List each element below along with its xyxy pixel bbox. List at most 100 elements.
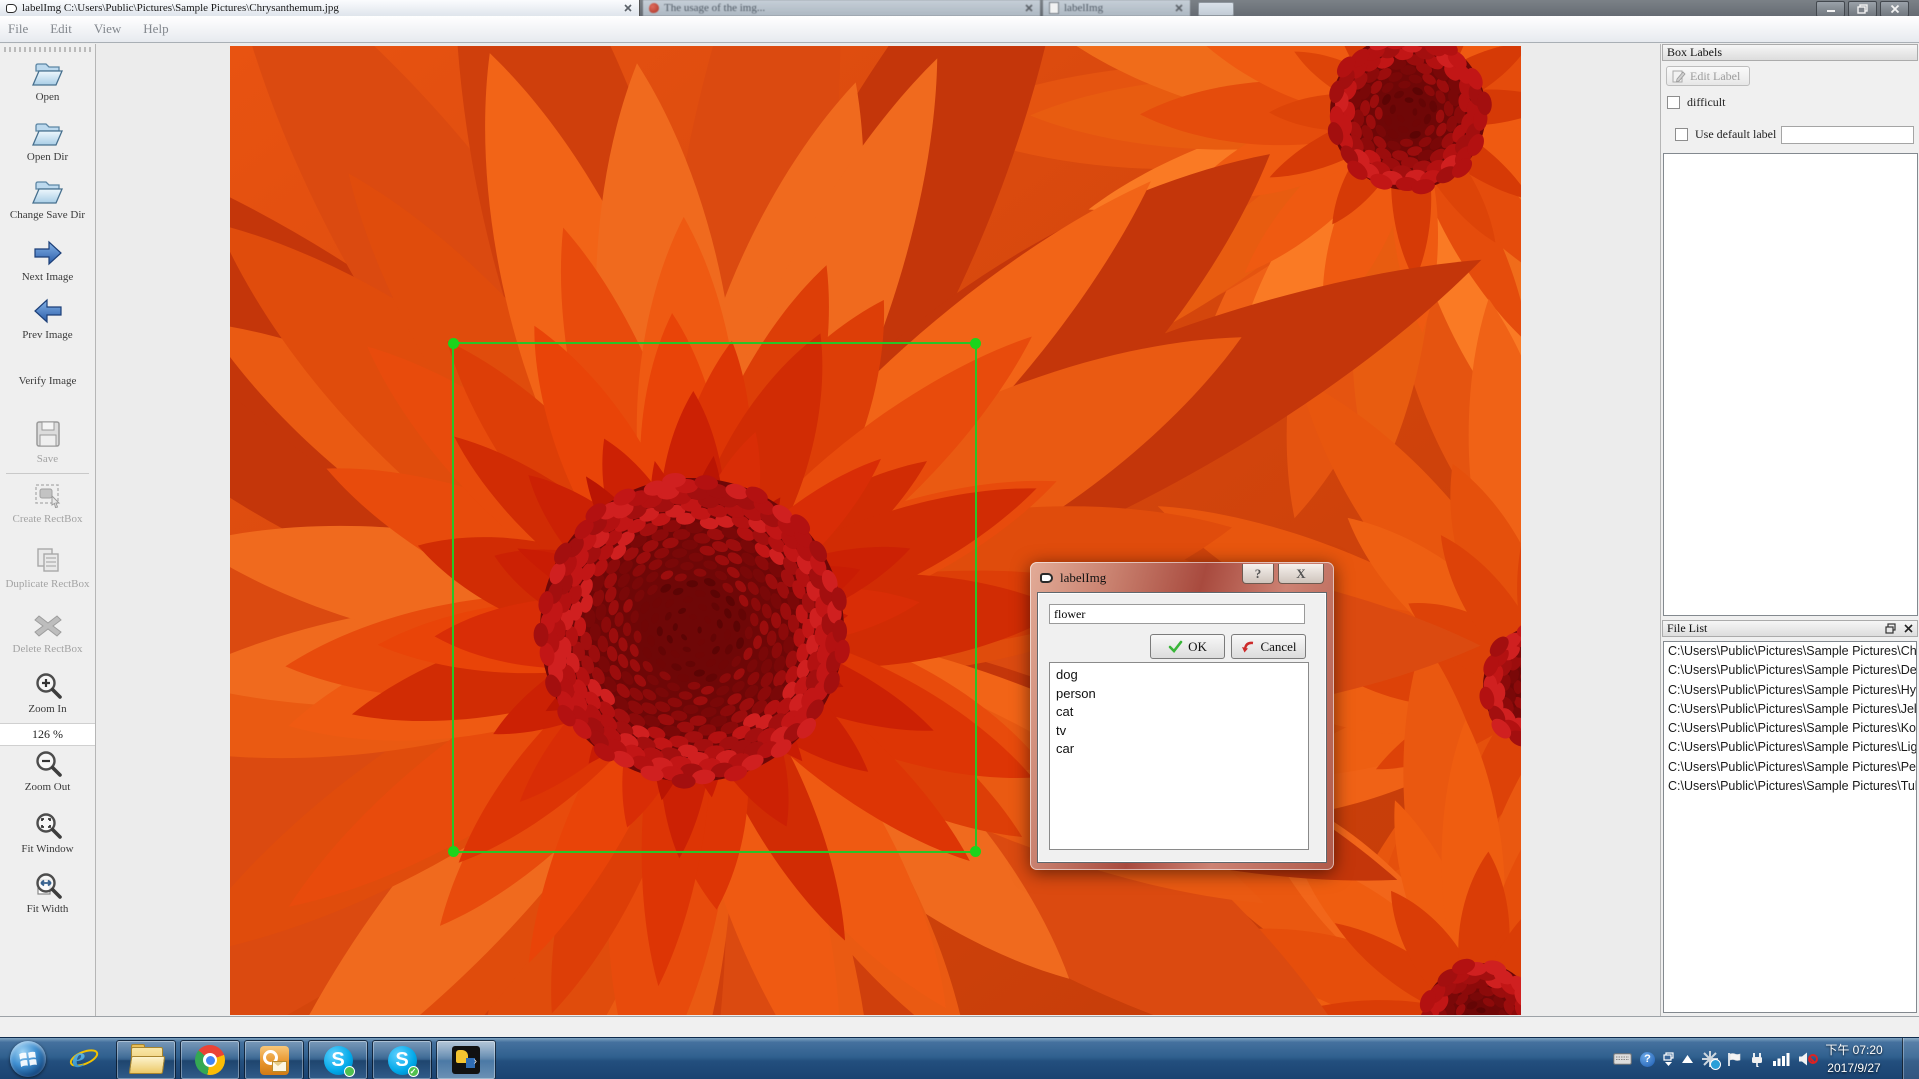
annotation-bbox[interactable]	[452, 342, 977, 853]
dock-float-icon[interactable]	[1885, 623, 1896, 634]
show-desktop-button[interactable]	[1902, 1038, 1919, 1079]
toolbar-verify-image-button[interactable]: Verify Image	[0, 372, 95, 388]
default-label-input[interactable]	[1781, 126, 1914, 144]
label-options-list[interactable]: dog person cat tv car	[1049, 662, 1309, 850]
taskbar-internet-explorer[interactable]: e	[62, 1040, 106, 1078]
label-option[interactable]: dog	[1050, 666, 1308, 685]
check-status-badge: ✓	[408, 1066, 419, 1077]
toolbar-zoom-out-button[interactable]: Zoom Out	[0, 748, 95, 794]
label-option[interactable]: cat	[1050, 703, 1308, 722]
titlebar-tab-labelimg-active[interactable]: labelImg C:\Users\Public\Pictures\Sample…	[0, 0, 640, 16]
toolbar-save-button[interactable]: Save	[0, 418, 95, 466]
titlebar-tab-browser[interactable]: The usage of the img...	[643, 0, 1040, 16]
clock-time: 下午 07:20	[1819, 1041, 1889, 1059]
file-list-dock-header[interactable]: File List	[1662, 620, 1918, 637]
tab-close-icon[interactable]	[1174, 3, 1184, 13]
bbox-handle-bottom-right[interactable]	[970, 846, 981, 857]
power-plug-icon[interactable]	[1749, 1052, 1765, 1067]
pencil-icon	[1672, 69, 1686, 83]
file-list-item[interactable]: C:\Users\Public\Pictures\Sample Pictures…	[1664, 700, 1916, 719]
start-button[interactable]	[10, 1041, 46, 1077]
toolbar-zoom-in-button[interactable]: Zoom In	[0, 670, 95, 716]
toolbar-create-rectbox-button[interactable]: Create RectBox	[0, 480, 95, 526]
new-tab-button[interactable]	[1198, 2, 1234, 16]
menu-file[interactable]: File	[8, 21, 28, 37]
file-list-item[interactable]: C:\Users\Public\Pictures\Sample Pictures…	[1664, 642, 1916, 661]
toolbar-open-button[interactable]: Open	[0, 58, 95, 104]
browser-tab-icon	[649, 3, 659, 13]
box-labels-dock-header[interactable]: Box Labels	[1662, 44, 1918, 61]
label-name-input[interactable]	[1049, 604, 1305, 624]
ok-button[interactable]: OK	[1150, 634, 1225, 659]
menu-help[interactable]: Help	[143, 21, 168, 37]
image-canvas[interactable]	[96, 44, 1656, 1016]
tab-title: labelImg C:\Users\Public\Pictures\Sample…	[22, 2, 618, 14]
bbox-handle-top-right[interactable]	[970, 338, 981, 349]
volume-muted-icon[interactable]	[1798, 1051, 1818, 1067]
file-list-item[interactable]: C:\Users\Public\Pictures\Sample Pictures…	[1664, 738, 1916, 757]
tab-title: labelImg	[1064, 2, 1169, 14]
network-signal-icon[interactable]	[1773, 1052, 1790, 1066]
toolbar-fit-width-button[interactable]: Fit Width	[0, 870, 95, 916]
taskbar-clock[interactable]: 下午 07:20 2017/9/27	[1819, 1041, 1889, 1077]
close-button[interactable]	[1880, 1, 1909, 17]
titlebar-tab-labelimg-doc[interactable]: labelImg	[1043, 0, 1190, 16]
label-option[interactable]: tv	[1050, 722, 1308, 741]
toolbar-prev-image-button[interactable]: Prev Image	[0, 296, 95, 342]
sync-tray-icon[interactable]	[1701, 1050, 1719, 1068]
toolbar-duplicate-rectbox-button[interactable]: Duplicate RectBox	[0, 545, 95, 591]
window-float-tray-icon[interactable]	[1663, 1052, 1674, 1066]
edit-label-button[interactable]: Edit Label	[1666, 66, 1750, 86]
restore-button[interactable]	[1848, 1, 1877, 17]
taskbar-skype-2[interactable]: S ✓	[372, 1040, 432, 1079]
dock-close-icon[interactable]	[1903, 623, 1914, 634]
tab-close-icon[interactable]	[623, 3, 633, 13]
dialog-help-button[interactable]: ?	[1242, 564, 1274, 584]
bbox-handle-bottom-left[interactable]	[448, 846, 459, 857]
file-list-item[interactable]: C:\Users\Public\Pictures\Sample Pictures…	[1664, 777, 1916, 796]
create-rectbox-icon	[32, 480, 64, 510]
toolbar-change-save-dir-button[interactable]: Change Save Dir	[0, 176, 95, 222]
keyboard-icon[interactable]	[1613, 1053, 1632, 1065]
difficult-checkbox-row: difficult	[1667, 95, 1725, 110]
file-list-item[interactable]: C:\Users\Public\Pictures\Sample Pictures…	[1664, 758, 1916, 777]
show-hidden-icons-arrow[interactable]	[1682, 1055, 1693, 1063]
action-center-flag-icon[interactable]	[1727, 1052, 1741, 1067]
save-floppy-icon	[32, 418, 64, 450]
help-tray-icon[interactable]: ?	[1640, 1052, 1655, 1067]
fit-width-icon	[33, 870, 63, 900]
cancel-button[interactable]: Cancel	[1231, 634, 1306, 659]
menu-view[interactable]: View	[94, 21, 121, 37]
dialog-titlebar[interactable]: labelImg ? X	[1040, 567, 1324, 589]
dialog-close-button[interactable]: X	[1278, 564, 1324, 584]
taskbar-chrome[interactable]	[180, 1040, 240, 1079]
toolbar-fit-window-button[interactable]: Fit Window	[0, 810, 95, 856]
minimize-button[interactable]	[1816, 1, 1845, 17]
toolbar-next-image-button[interactable]: Next Image	[0, 238, 95, 284]
folder-open-icon	[31, 58, 65, 88]
taskbar-outlook[interactable]	[244, 1040, 304, 1079]
toolbar-open-dir-button[interactable]: Open Dir	[0, 118, 95, 164]
file-list-item[interactable]: C:\Users\Public\Pictures\Sample Pictures…	[1664, 681, 1916, 700]
file-list[interactable]: C:\Users\Public\Pictures\Sample Pictures…	[1663, 641, 1917, 1013]
zoom-level-spinbox[interactable]: 126 %	[0, 723, 95, 746]
menu-edit[interactable]: Edit	[50, 21, 72, 37]
zoom-out-icon	[33, 748, 63, 778]
taskbar-labelimg[interactable]: ›	[436, 1040, 496, 1079]
file-list-item[interactable]: C:\Users\Public\Pictures\Sample Pictures…	[1664, 719, 1916, 738]
taskbar-explorer[interactable]	[116, 1040, 176, 1079]
difficult-checkbox[interactable]	[1667, 96, 1680, 109]
label-option[interactable]: car	[1050, 740, 1308, 759]
label-option[interactable]: person	[1050, 685, 1308, 704]
file-list-item[interactable]: C:\Users\Public\Pictures\Sample Pictures…	[1664, 661, 1916, 680]
toolbar-drag-handle[interactable]	[4, 47, 91, 52]
skype-icon: S ✓	[388, 1046, 417, 1075]
use-default-label-checkbox[interactable]	[1675, 128, 1688, 141]
clock-date: 2017/9/27	[1819, 1059, 1889, 1077]
box-labels-list[interactable]	[1663, 153, 1918, 616]
toolbar-delete-rectbox-button[interactable]: Delete RectBox	[0, 612, 95, 656]
tab-close-icon[interactable]	[1024, 3, 1034, 13]
bbox-handle-top-left[interactable]	[448, 338, 459, 349]
arrow-right-icon	[32, 238, 64, 268]
taskbar-skype-1[interactable]: S	[308, 1040, 368, 1079]
